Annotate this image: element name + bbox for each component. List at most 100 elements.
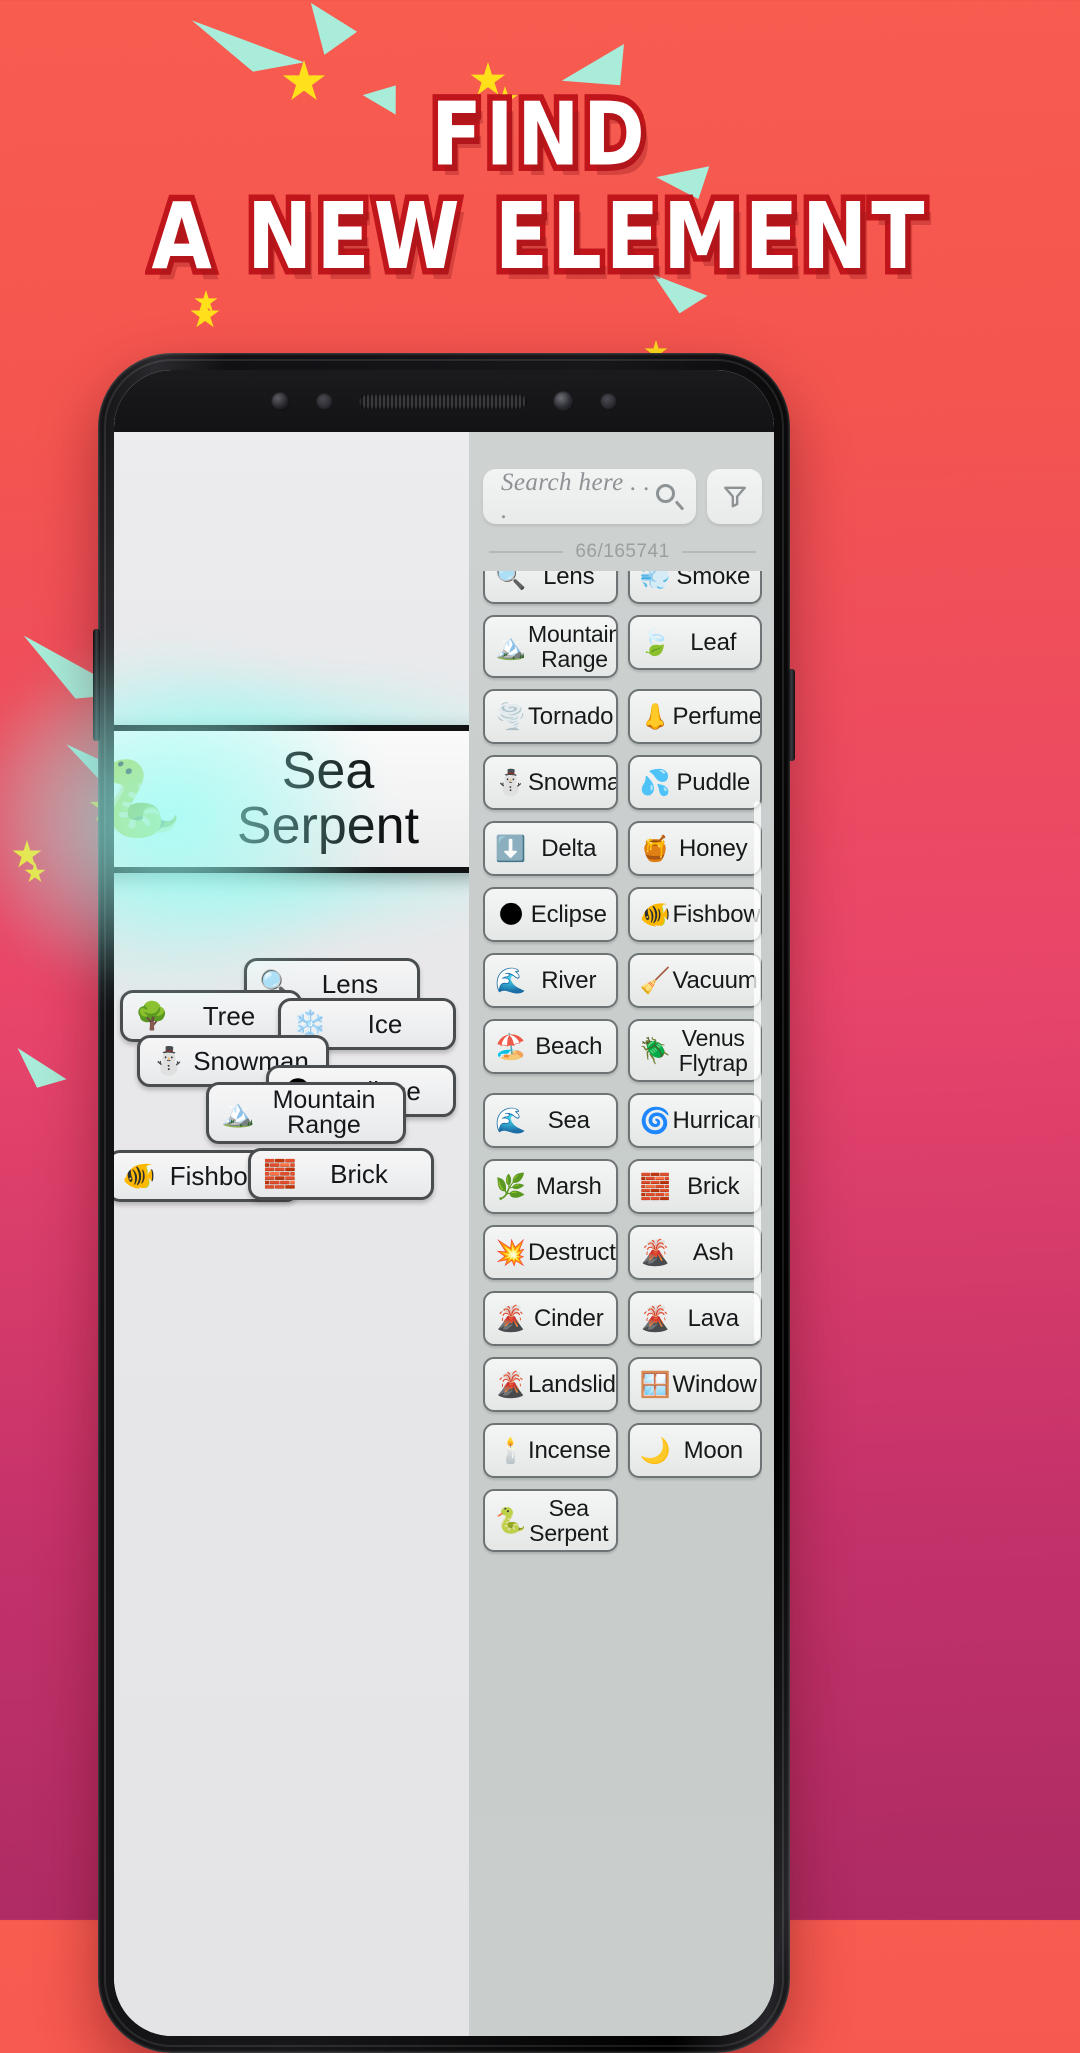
element-emoji-icon: ⛄ xyxy=(495,768,527,797)
element-emoji-icon: 🐠 xyxy=(639,900,672,929)
element-list-item[interactable]: 🧹 Vacuum xyxy=(627,953,762,1008)
element-emoji-icon: 👃 xyxy=(639,702,672,731)
element-label: Vacuum xyxy=(672,966,758,994)
element-list-item[interactable]: 🌊 Sea xyxy=(483,1093,618,1148)
element-list-item[interactable]: 🌋Landslide xyxy=(483,1357,618,1412)
headline-line-1: FIND xyxy=(426,84,650,186)
element-emoji-icon: 🪟 xyxy=(639,1370,672,1399)
element-list-item[interactable]: 💦 Puddle xyxy=(627,755,762,810)
element-emoji-icon: 🏔️ xyxy=(495,632,527,661)
element-list-item[interactable]: 🔍 Lens xyxy=(483,571,618,604)
element-list-item[interactable]: 🪟 Window xyxy=(627,1357,762,1412)
confetti-shard xyxy=(5,1048,68,1098)
element-list-item[interactable]: 🌿 Marsh xyxy=(483,1159,618,1214)
element-label: Window xyxy=(672,1370,757,1398)
element-list-item[interactable]: 🍃 Leaf xyxy=(627,615,762,670)
element-list-item[interactable]: 🌪️ Tornado xyxy=(483,689,618,744)
workspace-card-emoji-icon: ❄️ xyxy=(293,1008,327,1040)
element-list-item[interactable]: 💨 Smoke xyxy=(627,571,762,604)
element-emoji-icon: 🌊 xyxy=(495,966,527,995)
list-scrollbar[interactable] xyxy=(754,801,761,1341)
element-list-item[interactable]: ⛄Snowman xyxy=(483,755,618,810)
element-label: Tornado xyxy=(528,702,614,730)
element-label: Leaf xyxy=(690,628,737,656)
element-emoji-icon: 🪲 xyxy=(639,1036,672,1065)
element-emoji-icon: 🌋 xyxy=(639,1304,672,1333)
element-emoji-icon: 🕯️ xyxy=(495,1436,527,1465)
phone-screen: 🔍Lens🌳Tree❄️Ice⛄Snowman🌑Eclipse🏔️Mountai… xyxy=(114,370,774,2036)
workspace-card-label: Mountain Range xyxy=(272,1085,376,1139)
workspace-card[interactable]: 🧱 Brick xyxy=(248,1148,434,1200)
confetti-star xyxy=(24,862,46,883)
element-emoji-icon: 🍯 xyxy=(639,834,672,863)
element-list-item[interactable]: 🌋 Cinder xyxy=(483,1291,618,1346)
element-list-item[interactable]: 🌋 Ash xyxy=(627,1225,762,1280)
search-row: Search here . . . xyxy=(483,469,762,524)
element-label: Destruction xyxy=(528,1238,616,1266)
element-list-item[interactable]: 💥Destruction xyxy=(483,1225,618,1280)
power-button[interactable] xyxy=(788,669,795,761)
element-emoji-icon: 🌋 xyxy=(495,1304,527,1333)
element-list-item[interactable]: 🏔️ Mountain Range xyxy=(483,615,618,678)
element-emoji-icon: 🔍 xyxy=(495,571,527,591)
element-list-item[interactable]: 🪲 Venus Flytrap xyxy=(627,1019,762,1082)
element-emoji-icon: 🌋 xyxy=(495,1370,527,1399)
element-label: Lava xyxy=(687,1304,739,1332)
element-list-item[interactable]: ⬇️ Delta xyxy=(483,821,618,876)
volume-button[interactable] xyxy=(93,629,100,741)
element-list-item[interactable]: 🏖️ Beach xyxy=(483,1019,618,1074)
element-label: Honey xyxy=(679,834,748,862)
counter-rule-right xyxy=(681,551,757,553)
counter-rule-left xyxy=(489,551,564,553)
element-emoji-icon: 🏖️ xyxy=(495,1032,527,1061)
filter-button[interactable] xyxy=(707,469,762,524)
element-list-item[interactable]: 🌊 River xyxy=(483,953,618,1008)
search-input[interactable]: Search here . . . xyxy=(483,469,696,524)
element-emoji-icon: 🌊 xyxy=(495,1106,527,1135)
search-placeholder: Search here . . . xyxy=(501,468,651,524)
element-label: Sea Serpent xyxy=(529,1495,609,1546)
element-list-wrapper[interactable]: 🔍 Lens 💨 Smoke 🏔️ Mountain Range 🍃 Leaf 🌪️ Tornad… xyxy=(483,571,762,1751)
element-label: Fishbowl xyxy=(672,900,762,928)
workspace-card-emoji-icon: ⛄ xyxy=(152,1045,186,1077)
element-list-item[interactable]: 👃 Perfume xyxy=(627,689,762,744)
result-card-label: Sea Serpent xyxy=(236,741,420,855)
new-element-result-card[interactable]: 🐍 Sea Serpent xyxy=(114,725,469,873)
crafting-workspace[interactable]: 🔍Lens🌳Tree❄️Ice⛄Snowman🌑Eclipse🏔️Mountai… xyxy=(114,370,469,2036)
discovery-counter: 66/165741 xyxy=(575,541,670,562)
element-label: Smoke xyxy=(676,571,751,590)
element-label: Brick xyxy=(687,1172,740,1200)
front-camera-icon xyxy=(271,391,290,411)
element-list-item[interactable]: 🌑 Eclipse xyxy=(483,887,618,942)
element-label: Hurricane xyxy=(672,1106,761,1134)
sea-serpent-icon: 🐍 xyxy=(114,756,184,842)
element-label: Marsh xyxy=(535,1172,602,1200)
headline-line-2: A NEW ELEMENT xyxy=(146,184,930,291)
element-label: Landslide xyxy=(528,1370,616,1398)
workspace-card-emoji-icon: 🧱 xyxy=(263,1158,297,1190)
element-list-item[interactable]: 🌋 Lava xyxy=(627,1291,762,1346)
element-label: Ash xyxy=(692,1238,734,1266)
element-list-item[interactable]: 🕯️ Incense xyxy=(483,1423,618,1478)
element-label: Incense xyxy=(528,1436,611,1464)
element-list-item[interactable]: 🌙 Moon xyxy=(627,1423,762,1478)
element-panel: Search here . . . 66/165741 🔍 Lens 💨 Smoke 🏔… xyxy=(469,370,774,2036)
element-list-item[interactable]: 🌀Hurricane xyxy=(627,1093,762,1148)
earpiece-speaker-icon xyxy=(359,393,527,409)
workspace-card-emoji-icon: 🐠 xyxy=(122,1160,156,1192)
element-list-item[interactable]: 🍯 Honey xyxy=(627,821,762,876)
element-list-item[interactable]: 🐠 Fishbowl xyxy=(627,887,762,942)
workspace-card-label: Tree xyxy=(202,1000,256,1031)
element-list-item[interactable]: 🧱 Brick xyxy=(627,1159,762,1214)
confetti-shard xyxy=(182,20,305,86)
element-emoji-icon: 🧱 xyxy=(639,1172,672,1201)
workspace-card-label: Brick xyxy=(330,1158,388,1189)
element-label: Venus Flytrap xyxy=(678,1025,748,1076)
element-label: Delta xyxy=(541,834,597,862)
workspace-card[interactable]: 🏔️ Mountain Range xyxy=(206,1082,406,1144)
element-list-item[interactable]: 🐍 Sea Serpent xyxy=(483,1489,618,1552)
element-emoji-icon: 🧹 xyxy=(639,966,672,995)
workspace-card-emoji-icon: 🌳 xyxy=(135,1000,169,1032)
confetti-star xyxy=(194,290,218,312)
search-icon[interactable] xyxy=(656,483,685,511)
